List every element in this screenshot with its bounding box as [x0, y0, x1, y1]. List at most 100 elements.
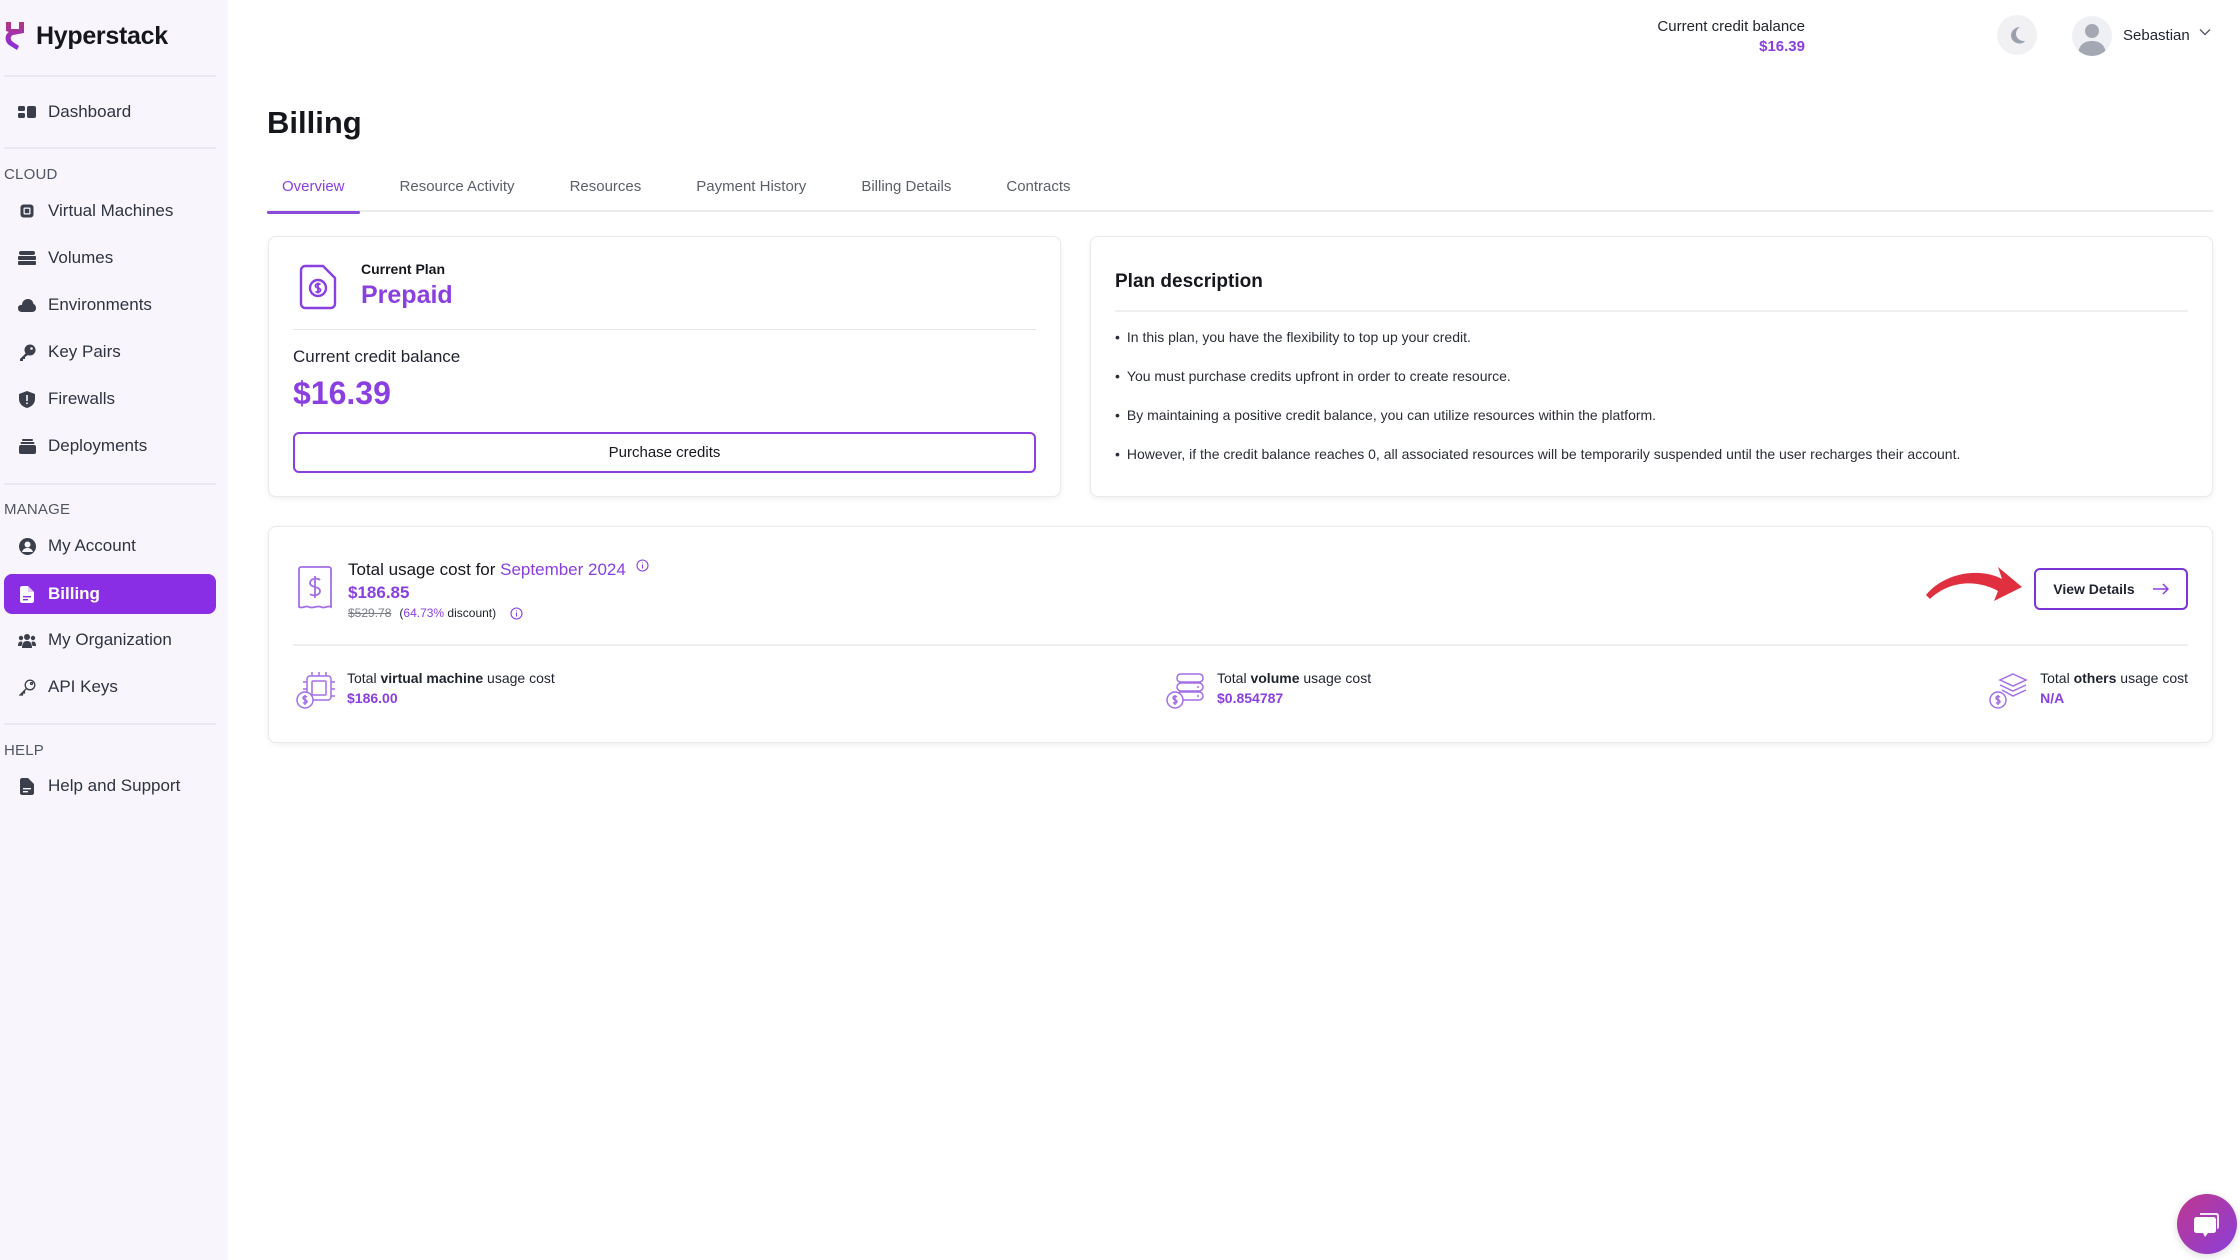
label-bold: others	[2073, 670, 2117, 686]
sidebar-item-my-organization[interactable]: My Organization	[4, 620, 216, 660]
usage-cost-card: Total usage cost for September 2024 $186…	[268, 526, 2213, 743]
receipt-dollar-icon	[298, 566, 332, 609]
tab-contracts[interactable]: Contracts	[991, 160, 1085, 212]
info-icon[interactable]	[636, 559, 649, 572]
tab-overview[interactable]: Overview	[267, 160, 360, 214]
original-cost: $529.78	[348, 606, 392, 620]
list-item: You must purchase credits upfront in ord…	[1115, 368, 1960, 407]
label-text: Total	[2040, 670, 2074, 686]
sidebar-item-my-account[interactable]: My Account	[4, 526, 216, 566]
volume-usage-stat: Total volume usage cost $0.854787	[1165, 670, 1371, 710]
cloud-icon	[18, 296, 36, 314]
vm-usage-label: Total virtual machine usage cost	[347, 670, 555, 686]
section-label-help: HELP	[4, 742, 44, 759]
sidebar: Hyperstack Dashboard CLOUD Virtual Machi…	[0, 0, 228, 1260]
hyperstack-logo-icon	[5, 22, 24, 50]
label-text: usage cost	[1299, 670, 1372, 686]
shield-icon	[18, 390, 36, 408]
sidebar-item-virtual-machines[interactable]: Virtual Machines	[4, 191, 216, 231]
sidebar-item-label: Dashboard	[48, 102, 132, 121]
discount-close: discount)	[444, 606, 497, 620]
sidebar-item-key-pairs[interactable]: Key Pairs	[4, 332, 216, 372]
sidebar-item-label: Billing	[48, 584, 100, 603]
sidebar-item-firewalls[interactable]: Firewalls	[4, 379, 216, 419]
sidebar-item-api-keys[interactable]: API Keys	[4, 667, 216, 707]
sidebar-item-help-and-support[interactable]: Help and Support	[4, 766, 216, 806]
usage-month: September 2024	[500, 560, 626, 579]
others-usage-value: N/A	[2040, 690, 2065, 706]
sidebar-item-environments[interactable]: Environments	[4, 285, 216, 325]
cpu-dollar-icon	[296, 672, 335, 709]
usage-title-prefix: Total usage cost for	[348, 560, 501, 579]
vm-usage-stat: Total virtual machine usage cost $186.00	[295, 670, 555, 710]
view-details-button[interactable]: View Details	[2034, 568, 2188, 610]
sidebar-item-label: API Keys	[48, 677, 118, 696]
stack-icon	[18, 437, 36, 455]
chat-bubble-icon	[2194, 1213, 2219, 1237]
tab-billing-details[interactable]: Billing Details	[846, 160, 966, 212]
moon-icon	[2011, 27, 2025, 44]
dollar-document-icon	[299, 264, 337, 310]
sidebar-item-label: Help and Support	[48, 776, 181, 795]
plan-description-divider	[1115, 310, 2188, 312]
app-logo[interactable]: Hyperstack	[4, 20, 168, 52]
key-icon	[18, 343, 36, 361]
theme-toggle-button[interactable]	[1997, 15, 2037, 55]
plan-kicker: Current Plan	[361, 261, 446, 277]
current-plan-card: Current Plan Prepaid Current credit bala…	[268, 236, 1061, 497]
sidebar-divider	[4, 723, 216, 725]
view-details-label: View Details	[2053, 581, 2135, 597]
document-icon	[18, 585, 36, 603]
tab-resource-activity[interactable]: Resource Activity	[385, 160, 530, 212]
info-icon[interactable]	[510, 606, 523, 620]
user-icon	[2078, 24, 2106, 56]
credit-balance-label: Current credit balance	[293, 347, 461, 366]
user-avatar[interactable]	[2072, 16, 2112, 56]
sidebar-item-billing[interactable]: Billing	[4, 574, 216, 614]
users-icon	[18, 631, 36, 649]
storage-dollar-icon	[1166, 673, 1204, 709]
sidebar-divider	[4, 147, 216, 149]
purchase-credits-button[interactable]: Purchase credits	[293, 432, 1036, 473]
plan-description-card: Plan description In this plan, you have …	[1090, 236, 2213, 497]
sidebar-item-label: Volumes	[48, 248, 114, 267]
volume-usage-label: Total volume usage cost	[1217, 670, 1371, 686]
usage-discount-line: $529.78 (64.73% discount)	[348, 606, 523, 620]
section-label-cloud: CLOUD	[4, 166, 58, 183]
tab-resources[interactable]: Resources	[555, 160, 657, 212]
topbar-balance-value: $16.39	[1759, 38, 1805, 55]
plan-name: Prepaid	[361, 281, 453, 309]
sidebar-item-label: My Account	[48, 536, 136, 555]
cpu-chip-icon	[18, 202, 36, 220]
document-icon	[18, 777, 36, 795]
list-item: In this plan, you have the flexibility t…	[1115, 329, 1960, 368]
plan-divider	[293, 329, 1036, 330]
label-text: Total	[347, 670, 381, 686]
plan-description-list: In this plan, you have the flexibility t…	[1115, 329, 1960, 485]
sidebar-item-label: Firewalls	[48, 389, 116, 408]
tab-payment-history[interactable]: Payment History	[681, 160, 821, 212]
sidebar-divider	[4, 483, 216, 485]
label-text: usage cost	[483, 670, 555, 686]
key-outline-icon	[18, 678, 36, 696]
sidebar-item-label: Key Pairs	[48, 342, 121, 361]
storage-icon	[18, 249, 36, 267]
arrow-right-icon	[2152, 583, 2169, 595]
sidebar-item-label: Environments	[48, 295, 152, 314]
sidebar-item-volumes[interactable]: Volumes	[4, 238, 216, 278]
chat-support-button[interactable]	[2177, 1194, 2237, 1254]
chevron-down-icon[interactable]	[2199, 28, 2211, 36]
vm-usage-value: $186.00	[347, 690, 398, 706]
billing-tabs: Overview Resource Activity Resources Pay…	[267, 160, 2213, 214]
discount-text: (64.73% discount)	[399, 606, 496, 620]
others-usage-stat: Total others usage cost N/A	[1988, 670, 2188, 710]
topbar-balance-label: Current credit balance	[1657, 18, 1805, 35]
user-name[interactable]: Sebastian	[2123, 27, 2190, 44]
app-name: Hyperstack	[36, 21, 168, 50]
sidebar-item-deployments[interactable]: Deployments	[4, 426, 216, 466]
page-title: Billing	[267, 105, 362, 140]
sidebar-divider	[4, 75, 216, 77]
usage-total-value: $186.85	[348, 583, 410, 602]
sidebar-item-dashboard[interactable]: Dashboard	[4, 92, 216, 132]
list-item: By maintaining a positive credit balance…	[1115, 407, 1960, 446]
